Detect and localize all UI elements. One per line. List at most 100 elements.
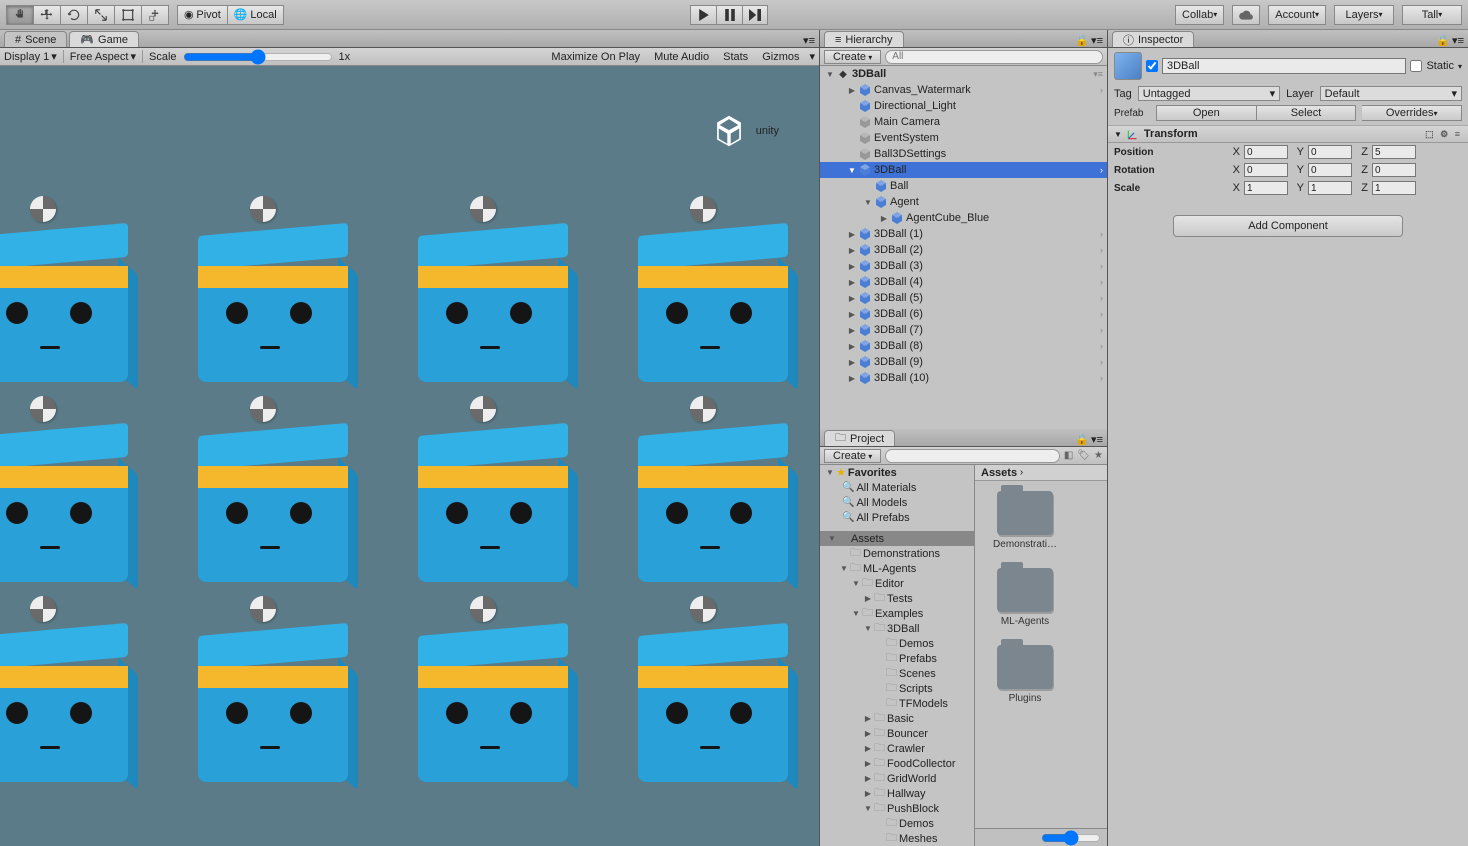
pivot-toggle[interactable]: ◉ Pivot <box>177 5 227 25</box>
transform-tool[interactable] <box>141 5 169 25</box>
rot-x[interactable] <box>1244 163 1288 177</box>
asset-folder[interactable]: Demonstrati… <box>985 491 1065 550</box>
project-folder[interactable]: ▶🗀Basic <box>820 711 974 726</box>
hierarchy-item[interactable]: ▶3DBall (5)› <box>820 290 1107 306</box>
component-menu[interactable]: ⬚ ⚙ ≡ <box>1425 129 1462 140</box>
project-folder[interactable]: 🗀TFModels <box>820 696 974 711</box>
hierarchy-item[interactable]: ▶3DBall (8)› <box>820 338 1107 354</box>
project-folder[interactable]: 🗀Meshes <box>820 831 974 846</box>
scale-tool[interactable] <box>87 5 114 25</box>
scl-z[interactable] <box>1372 181 1416 195</box>
prefab-overrides[interactable]: Overrides <box>1362 105 1462 121</box>
project-folder[interactable]: 🗀Demos <box>820 636 974 651</box>
panel-menu-icon[interactable]: ▾≡ <box>803 34 815 47</box>
project-folder[interactable]: ▼🗀PushBlock <box>820 801 974 816</box>
tag-select[interactable]: Untagged▾ <box>1138 86 1280 101</box>
asset-size-slider[interactable] <box>1041 830 1101 846</box>
gizmos-toggle[interactable]: Gizmos <box>758 51 803 63</box>
project-create[interactable]: Create <box>824 449 881 463</box>
favorites-row[interactable]: ▼★Favorites <box>820 465 974 480</box>
gameobject-icon[interactable] <box>1114 52 1142 80</box>
static-checkbox[interactable] <box>1410 60 1422 72</box>
project-tab[interactable]: 🗀Project <box>824 430 895 446</box>
hierarchy-item[interactable]: ▶3DBall (7)› <box>820 322 1107 338</box>
game-tab[interactable]: 🎮Game <box>69 31 139 47</box>
hierarchy-item[interactable]: ▶3DBall (10)› <box>820 370 1107 386</box>
scene-row[interactable]: ▼3DBall ▾≡ <box>820 66 1107 82</box>
rot-y[interactable] <box>1308 163 1352 177</box>
step-button[interactable] <box>742 5 768 25</box>
account-dropdown[interactable]: Account <box>1268 5 1326 25</box>
project-folder[interactable]: ▼🗀Assets <box>820 531 974 546</box>
project-folder[interactable]: ▶🗀FoodCollector <box>820 756 974 771</box>
hierarchy-item[interactable]: ▶AgentCube_Blue <box>820 210 1107 226</box>
hierarchy-item[interactable]: ▼Agent <box>820 194 1107 210</box>
filter-icon2[interactable]: 🏷 <box>1077 450 1090 461</box>
layers-dropdown[interactable]: Layers <box>1334 5 1394 25</box>
hierarchy-item[interactable]: Directional_Light <box>820 98 1107 114</box>
hierarchy-search[interactable] <box>885 50 1103 64</box>
hierarchy-item[interactable]: Ball3DSettings <box>820 146 1107 162</box>
display-select[interactable]: Display 1▾ <box>4 50 64 63</box>
rect-tool[interactable] <box>114 5 141 25</box>
game-viewport[interactable]: unity /* rendered below via JS duplicati… <box>0 66 819 846</box>
layout-dropdown[interactable]: Tall <box>1402 5 1462 25</box>
hierarchy-item[interactable]: ▶3DBall (3)› <box>820 258 1107 274</box>
hierarchy-tab[interactable]: ≡Hierarchy <box>824 31 904 47</box>
pos-x[interactable] <box>1244 145 1288 159</box>
pause-button[interactable] <box>716 5 742 25</box>
hierarchy-item[interactable]: ▶Canvas_Watermark› <box>820 82 1107 98</box>
project-folder[interactable]: 🗀Demos <box>820 816 974 831</box>
active-checkbox[interactable] <box>1146 60 1158 72</box>
mute-toggle[interactable]: Mute Audio <box>650 51 713 63</box>
panel-menu-icon[interactable]: ▾≡ <box>1452 34 1464 47</box>
lock-icon[interactable]: 🔒 <box>1075 34 1089 47</box>
collab-dropdown[interactable]: Collab <box>1175 5 1224 25</box>
prefab-select[interactable]: Select <box>1257 105 1357 121</box>
hierarchy-item[interactable]: Main Camera <box>820 114 1107 130</box>
project-folder[interactable]: ▶🗀Crawler <box>820 741 974 756</box>
lock-icon[interactable]: 🔒 <box>1436 34 1450 47</box>
hierarchy-item[interactable]: ▶3DBall (4)› <box>820 274 1107 290</box>
layer-select[interactable]: Default▾ <box>1320 86 1462 101</box>
project-folder[interactable]: ▼🗀3DBall <box>820 621 974 636</box>
project-folder[interactable]: 🗀Demonstrations <box>820 546 974 561</box>
asset-folder[interactable]: Plugins <box>985 645 1065 704</box>
lock-icon[interactable]: 🔒 <box>1075 433 1089 446</box>
project-breadcrumb[interactable]: Assets › <box>975 465 1107 481</box>
project-folder[interactable]: ▼🗀Examples <box>820 606 974 621</box>
inspector-tab[interactable]: ⓘInspector <box>1112 31 1194 47</box>
project-folder[interactable]: ▼🗀ML-Agents <box>820 561 974 576</box>
asset-grid[interactable]: Demonstrati…ML-AgentsPlugins <box>975 481 1107 828</box>
pos-z[interactable] <box>1372 145 1416 159</box>
scene-tab[interactable]: #Scene <box>4 31 67 47</box>
add-component-button[interactable]: Add Component <box>1173 215 1403 237</box>
favorite-item[interactable]: 🔍All Prefabs <box>820 510 974 525</box>
hierarchy-tree[interactable]: ▼3DBall ▾≡ ▶Canvas_Watermark›Directional… <box>820 66 1107 429</box>
transform-header[interactable]: ▼ Transform ⬚ ⚙ ≡ <box>1108 125 1468 143</box>
panel-menu-icon[interactable]: ▾≡ <box>1091 34 1103 47</box>
project-folder[interactable]: ▶🗀Hallway <box>820 786 974 801</box>
local-toggle[interactable]: 🌐 Local <box>227 5 284 25</box>
hierarchy-item[interactable]: EventSystem <box>820 130 1107 146</box>
scl-x[interactable] <box>1244 181 1288 195</box>
project-folder[interactable]: 🗀Scripts <box>820 681 974 696</box>
hierarchy-item[interactable]: ▼3DBall› <box>820 162 1107 178</box>
play-button[interactable] <box>690 5 716 25</box>
project-folder[interactable]: ▼🗀Editor <box>820 576 974 591</box>
cloud-button[interactable] <box>1232 5 1260 25</box>
project-folder[interactable]: 🗀Scenes <box>820 666 974 681</box>
project-folder[interactable]: ▶🗀GridWorld <box>820 771 974 786</box>
project-folder[interactable]: ▶🗀Bouncer <box>820 726 974 741</box>
hand-tool[interactable] <box>6 5 33 25</box>
rot-z[interactable] <box>1372 163 1416 177</box>
project-folder[interactable]: ▶🗀Tests <box>820 591 974 606</box>
hierarchy-item[interactable]: ▶3DBall (6)› <box>820 306 1107 322</box>
prefab-open[interactable]: Open <box>1156 105 1257 121</box>
object-name-input[interactable] <box>1162 58 1406 74</box>
project-folder[interactable]: 🗀Prefabs <box>820 651 974 666</box>
aspect-select[interactable]: Free Aspect▾ <box>70 50 143 63</box>
favorite-item[interactable]: 🔍All Models <box>820 495 974 510</box>
favorite-item[interactable]: 🔍All Materials <box>820 480 974 495</box>
move-tool[interactable] <box>33 5 60 25</box>
